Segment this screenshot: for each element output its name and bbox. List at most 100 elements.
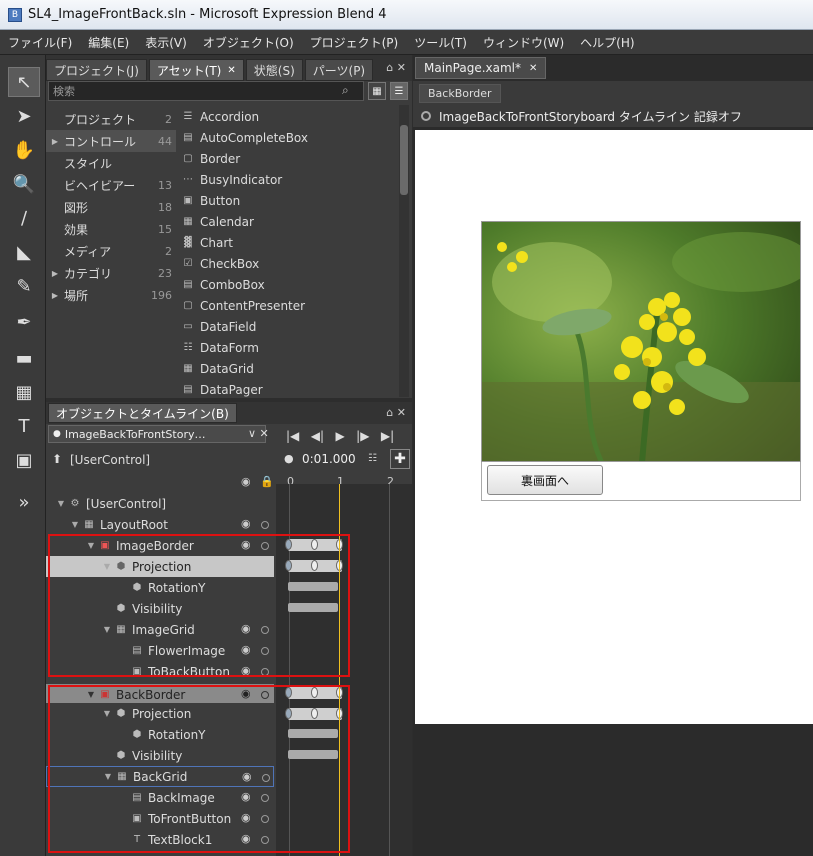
paint-bucket-tool-icon[interactable]: ◣ [8,237,40,267]
panel-close-icon[interactable]: ⌂ ✕ [386,406,406,419]
lock-dot[interactable] [261,836,269,844]
tab-states[interactable]: 状態(S) [245,59,303,81]
category-item[interactable]: スタイル [46,152,176,174]
category-item[interactable]: ▶ 場所 196 [46,284,176,306]
category-item[interactable]: メディア 2 [46,240,176,262]
tree-row[interactable]: ⬢ RotationY [46,724,274,745]
tree-row[interactable]: ▼ ▣ ImageBorder ◉ [46,535,274,556]
storyboard-menu-icon[interactable]: ∨ ✕ [248,427,269,440]
keyframe[interactable] [285,560,292,571]
keyframe-bar[interactable] [288,603,338,612]
scroll-thumb[interactable] [400,125,408,195]
keyframe-bar[interactable] [288,582,338,591]
lock-dot[interactable] [261,647,269,655]
asset-item[interactable]: ▣ Button [182,190,240,211]
expand-arrow-icon[interactable]: ▶ [46,137,64,146]
eye-icon[interactable]: ◉ [241,811,255,824]
menu-tools[interactable]: ツール(T) [406,34,475,51]
collapse-arrow-icon[interactable]: ▼ [100,709,114,718]
eye-icon[interactable]: ◉ [241,475,251,488]
rectangle-tool-icon[interactable]: ▬ [8,343,40,373]
tree-row[interactable]: ▼ ⬢ Projection [46,556,274,577]
keyframe[interactable] [285,539,292,550]
tree-row[interactable]: ⬢ Visibility [46,745,274,766]
keyframe[interactable] [311,687,318,698]
eye-icon[interactable]: ◉ [242,770,256,783]
collapse-arrow-icon[interactable]: ▼ [54,499,68,508]
eye-icon[interactable]: ◉ [241,832,255,845]
timeline-track-area[interactable] [276,484,412,856]
close-icon[interactable]: ✕ [529,63,537,74]
breadcrumb-item[interactable]: BackBorder [419,83,501,103]
keyframe[interactable] [311,560,318,571]
scope-up-icon[interactable]: ⬆ [52,452,62,466]
snap-icon[interactable]: ☷ [368,453,377,464]
tab-parts[interactable]: パーツ(P) [304,59,374,81]
prev-frame-icon[interactable]: ◀| [311,429,324,443]
eyedropper-tool-icon[interactable]: ∕ [8,203,40,233]
collapse-arrow-icon[interactable]: ▼ [101,772,115,781]
tree-row[interactable]: ⬢ RotationY [46,577,274,598]
keyframe-bar[interactable] [288,750,338,759]
category-item[interactable]: 効果 15 [46,218,176,240]
play-icon[interactable]: ▶ [335,429,344,443]
lock-dot[interactable] [262,774,270,782]
category-item[interactable]: ビヘイビアー 13 [46,174,176,196]
tree-row[interactable]: ▣ ToFrontButton ◉ [46,808,274,829]
tab-objects-timeline[interactable]: オブジェクトとタイムライン(B) [48,403,237,423]
tree-row[interactable]: ▼ ▣ BackBorder ◉ [46,686,274,703]
asset-item[interactable]: ▦ DataGrid [182,358,254,379]
keyframe[interactable] [311,708,318,719]
time-display[interactable]: 0:01.000 [302,452,356,466]
first-frame-icon[interactable]: |◀ [286,429,299,443]
category-item[interactable]: ▶ カテゴリ 23 [46,262,176,284]
collapse-arrow-icon[interactable]: ▼ [84,541,98,550]
keyframe[interactable] [311,539,318,550]
close-icon[interactable]: ✕ [227,65,235,76]
next-frame-icon[interactable]: |▶ [356,429,369,443]
last-frame-icon[interactable]: ▶| [381,429,394,443]
asset-item[interactable]: ▦ Calendar [182,211,254,232]
artboard[interactable]: 裏画面へ [415,130,813,724]
zoom-timeline-icon[interactable]: ✚ [390,449,410,469]
asset-item[interactable]: ▓ Chart [182,232,233,253]
collapse-arrow-icon[interactable]: ▼ [68,520,82,529]
tab-assets[interactable]: アセット(T) ✕ [148,59,244,81]
collapse-arrow-icon[interactable]: ▼ [100,625,114,634]
panel-close-icon[interactable]: ✕ [397,61,406,74]
asset-item[interactable]: ▤ ComboBox [182,274,264,295]
tree-row[interactable]: ▼ ▦ ImageGrid ◉ [46,619,274,640]
tree-row[interactable]: ▼ ▦ LayoutRoot ◉ [46,514,274,535]
keyframe-bar[interactable] [288,729,338,738]
tree-row[interactable]: ⬢ Visibility [46,598,274,619]
lock-dot[interactable] [261,668,269,676]
tree-row[interactable]: ▼ ⬢ Projection [46,703,274,724]
lock-dot[interactable] [261,815,269,823]
grid-tool-icon[interactable]: ▦ [8,377,40,407]
asset-tool-icon[interactable]: » [8,487,40,517]
tree-row[interactable]: ▼ ⚙ [UserControl] [46,493,274,514]
tab-projects[interactable]: プロジェクト(J) [46,59,147,81]
grid-view-icon[interactable]: ▦ [368,82,386,100]
eye-icon[interactable]: ◉ [241,790,255,803]
pen-tool-icon[interactable]: ✒ [8,307,40,337]
eye-icon[interactable]: ◉ [241,664,255,677]
menu-object[interactable]: オブジェクト(O) [195,34,302,51]
flower-image[interactable] [481,221,801,462]
lock-icon[interactable]: 🔒 [260,475,274,488]
lock-dot[interactable] [261,626,269,634]
asset-item[interactable]: ⋯ BusyIndicator [182,169,282,190]
pan-tool-icon[interactable]: ✋ [8,135,40,165]
category-item[interactable]: プロジェクト 2 [46,108,176,130]
menu-help[interactable]: ヘルプ(H) [572,34,642,51]
lock-dot[interactable] [261,521,269,529]
control-tool-icon[interactable]: ▣ [8,445,40,475]
eye-icon[interactable]: ◉ [241,517,255,530]
to-back-button[interactable]: 裏画面へ [487,465,603,495]
category-item[interactable]: ▶ コントロール 44 [46,130,176,152]
eye-icon[interactable]: ◉ [241,687,255,700]
pin-icon[interactable]: ⌂ [386,61,393,74]
asset-item[interactable]: ☷ DataForm [182,337,259,358]
record-keyframe-icon[interactable]: ● [284,452,294,465]
lock-dot[interactable] [261,691,269,699]
